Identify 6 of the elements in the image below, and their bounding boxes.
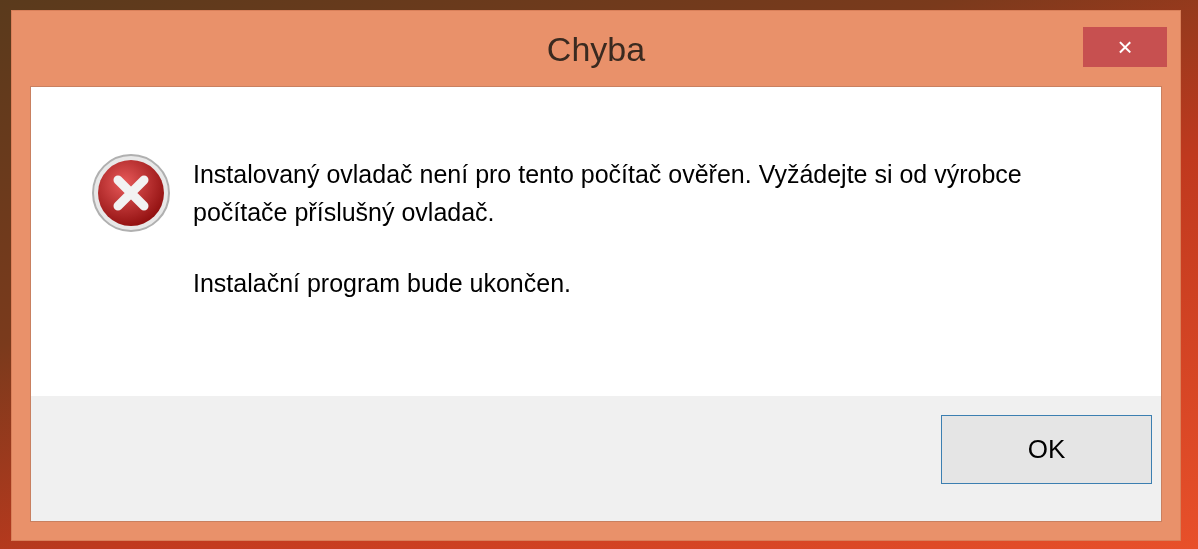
window-title: Chyba (546, 29, 646, 70)
error-message: Instalovaný ovladač není pro tento počítač ověřen. Vyžádejte si od výrobce počítače příslušný ovladač. (193, 159, 1023, 228)
exit-note: Instalační program bude ukončen. (193, 268, 572, 299)
close-button[interactable]: × (1083, 27, 1167, 67)
ok-button[interactable]: OK (941, 415, 1152, 484)
error-icon (89, 151, 173, 235)
